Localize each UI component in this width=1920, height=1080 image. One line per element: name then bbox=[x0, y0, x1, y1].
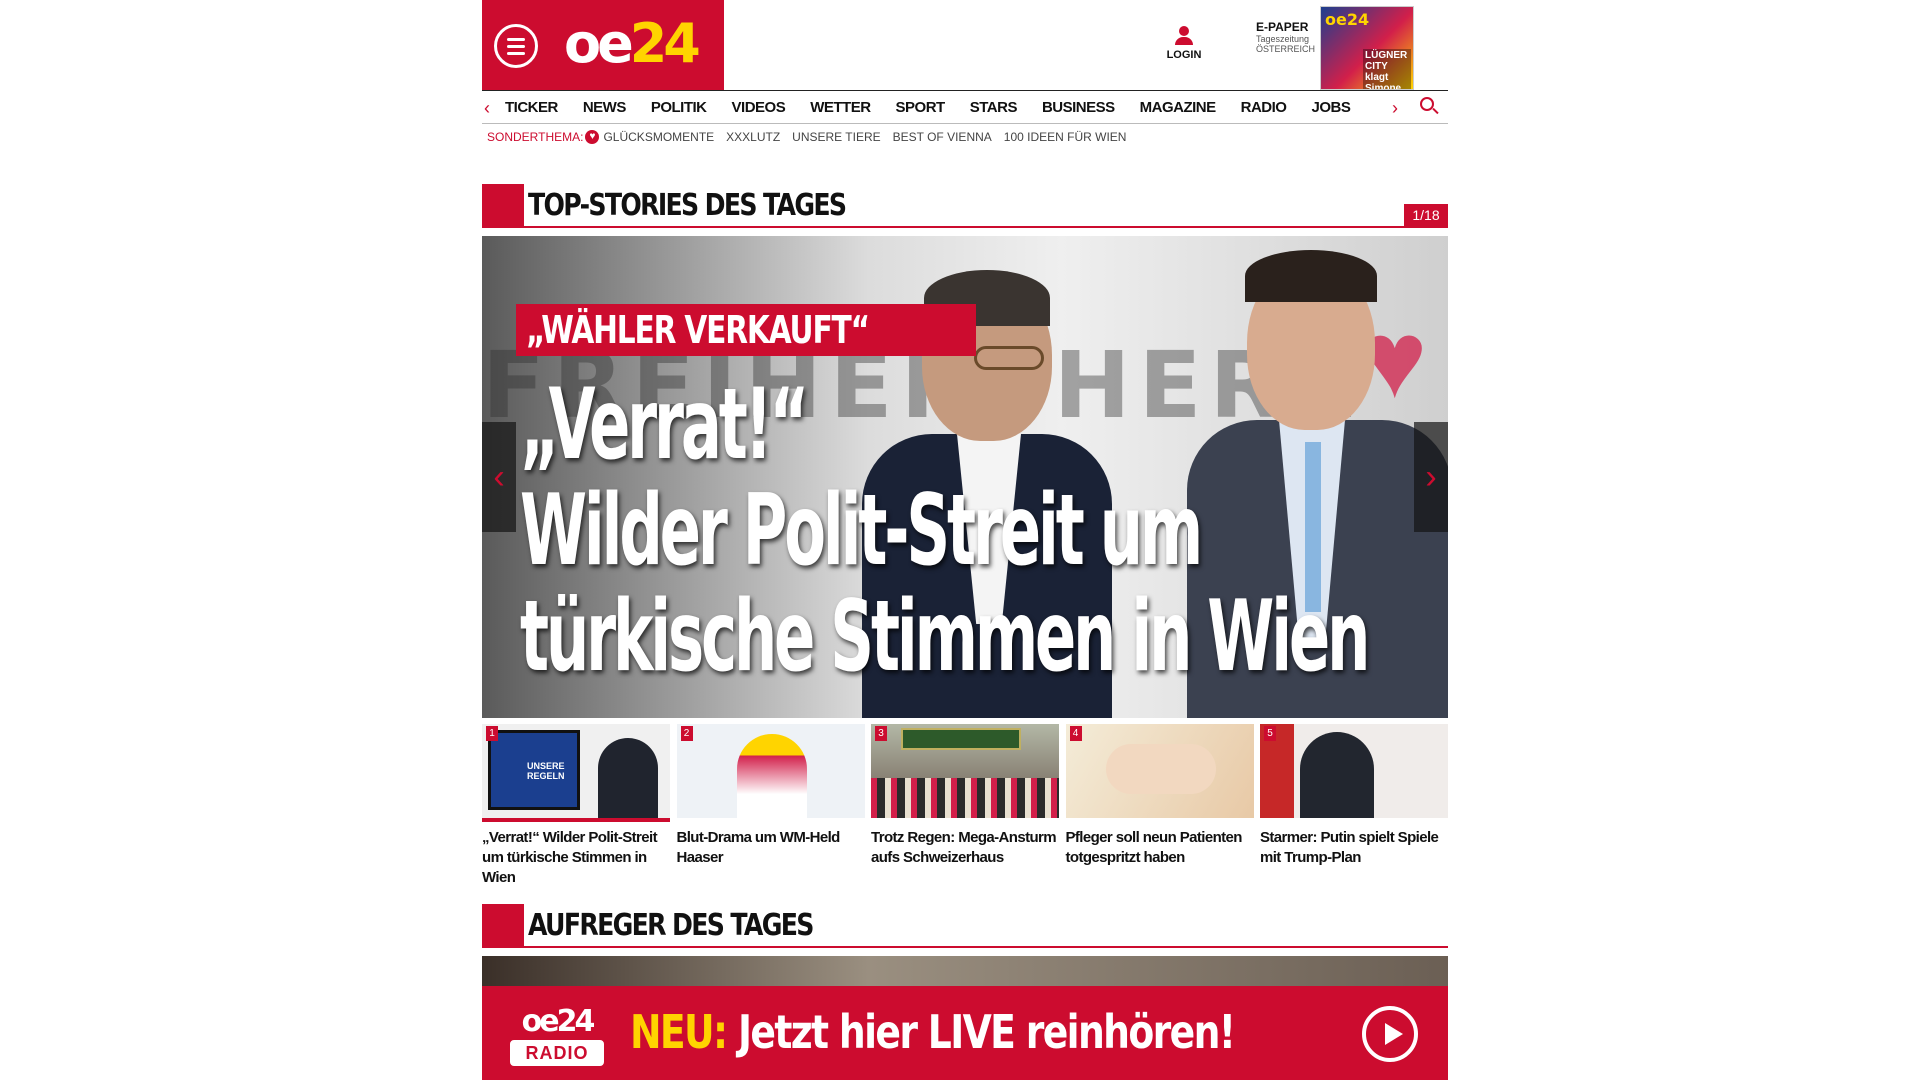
brand-block: oe24 bbox=[482, 0, 724, 90]
nav-item-radio[interactable]: RADIO bbox=[1241, 99, 1287, 116]
search-icon[interactable] bbox=[1420, 97, 1440, 117]
radio-logo: oe24 RADIO bbox=[510, 1006, 604, 1066]
thumbnail-image: UNSERE REGELN 1 bbox=[482, 724, 670, 818]
radio-cta: Jetzt hier LIVE reinhören! bbox=[737, 1005, 1236, 1059]
section-rule bbox=[524, 226, 1448, 228]
active-indicator bbox=[482, 818, 670, 822]
cover-logo: oe24 bbox=[1325, 10, 1370, 29]
thumbnail-number: 4 bbox=[1069, 726, 1082, 741]
nav-prev-arrow[interactable]: ‹ bbox=[484, 98, 490, 119]
heart-icon: ♥ bbox=[585, 130, 600, 144]
thumbnail-number: 5 bbox=[1264, 726, 1276, 741]
login-button[interactable]: LOGIN bbox=[1164, 26, 1204, 61]
thumbnail-caption[interactable]: Trotz Regen: Mega-Ansturm aufs Schweizer… bbox=[871, 828, 1059, 868]
subnav-link-gluecksmomente[interactable]: GLÜCKSMOMENTE bbox=[603, 130, 714, 144]
radio-banner-text: NEU: Jetzt hier LIVE reinhören! bbox=[630, 1002, 1236, 1062]
section-title: AUFREGER DES TAGES bbox=[528, 908, 814, 943]
subnav-link-100-ideen[interactable]: 100 IDEEN FÜR WIEN bbox=[1004, 130, 1127, 144]
nav-item-wetter[interactable]: WETTER bbox=[810, 99, 871, 116]
thumbnail-item[interactable]: 4 Pfleger soll neun Patienten totgesprit… bbox=[1065, 724, 1254, 888]
thumbnail-number: 1 bbox=[486, 726, 498, 741]
thumbnail-caption[interactable]: Starmer: Putin spielt Spiele mit Trump-P… bbox=[1260, 828, 1448, 868]
thumbnail-image: 2 bbox=[676, 724, 865, 818]
radio-banner[interactable]: oe24 RADIO NEU: Jetzt hier LIVE reinhöre… bbox=[482, 986, 1448, 1080]
play-icon[interactable] bbox=[1362, 1006, 1418, 1062]
nav-item-politik[interactable]: POLITIK bbox=[651, 99, 707, 116]
hero-slide[interactable]: FREIHEIT HERZ ♥ „WÄHLER VERKAUFT“ „Verra… bbox=[482, 236, 1448, 718]
thumbnail-item[interactable]: UNSERE REGELN 1 „Verrat!“ Wilder Polit-S… bbox=[482, 724, 670, 888]
top-stories-header: TOP-STORIES DES TAGES bbox=[482, 184, 1448, 228]
menu-icon[interactable] bbox=[494, 24, 538, 68]
nav-item-videos[interactable]: VIDEOS bbox=[732, 99, 786, 116]
thumbnail-caption[interactable]: Pfleger soll neun Patienten totgespritzt… bbox=[1066, 828, 1254, 868]
nav-item-ticker[interactable]: TICKER bbox=[505, 99, 558, 116]
aufreger-header: AUFREGER DES TAGES bbox=[482, 904, 1448, 948]
thumbnail-image: 3 bbox=[871, 724, 1059, 818]
section-marker bbox=[482, 184, 524, 228]
radio-neu-label: NEU: bbox=[630, 1005, 728, 1059]
page: oe24 LOGIN E-PAPER Tageszeitung ÖSTERREI… bbox=[0, 0, 1920, 1080]
main-nav: ‹ TICKER NEWS POLITIK VIDEOS WETTER SPOR… bbox=[482, 90, 1448, 124]
nav-list: TICKER NEWS POLITIK VIDEOS WETTER SPORT … bbox=[505, 99, 1375, 116]
subnav-link-xxxlutz[interactable]: XXXLUTZ bbox=[726, 130, 780, 144]
user-icon bbox=[1179, 26, 1189, 36]
epaper-publication: ÖSTERREICH bbox=[1256, 44, 1316, 54]
nav-item-magazine[interactable]: MAGAZINE bbox=[1140, 99, 1217, 116]
thumbnail-number: 2 bbox=[680, 726, 693, 741]
subnav: SONDERTHEMA: ♥ GLÜCKSMOMENTE XXXLUTZ UNS… bbox=[487, 130, 1138, 144]
nav-item-business[interactable]: BUSINESS bbox=[1042, 99, 1115, 116]
hero-kicker: „WÄHLER VERKAUFT“ bbox=[516, 304, 976, 356]
site-logo[interactable]: oe24 bbox=[564, 12, 701, 76]
thumbnail-number: 3 bbox=[875, 726, 887, 741]
thumbnail-item[interactable]: 2 Blut-Drama um WM-Held Haaser bbox=[676, 724, 865, 888]
section-title: TOP-STORIES DES TAGES bbox=[528, 188, 847, 223]
epaper-subtitle: Tageszeitung bbox=[1256, 34, 1310, 44]
content-column: oe24 LOGIN E-PAPER Tageszeitung ÖSTERREI… bbox=[482, 0, 1448, 1080]
thumbnail-item[interactable]: 5 Starmer: Putin spielt Spiele mit Trump… bbox=[1260, 724, 1448, 888]
thumbnail-caption[interactable]: Blut-Drama um WM-Held Haaser bbox=[677, 828, 865, 868]
hero-headline[interactable]: „Verrat!“ Wilder Polit-Streit um türkisc… bbox=[520, 372, 1388, 690]
nav-item-sport[interactable]: SPORT bbox=[896, 99, 946, 116]
login-label: LOGIN bbox=[1166, 49, 1202, 61]
thumbnail-item[interactable]: 3 Trotz Regen: Mega-Ansturm aufs Schweiz… bbox=[871, 724, 1059, 888]
subnav-link-best-of-vienna[interactable]: BEST OF VIENNA bbox=[893, 130, 992, 144]
radio-logo-text: oe24 bbox=[521, 1004, 596, 1039]
section-marker bbox=[482, 904, 524, 948]
subnav-label: SONDERTHEMA: bbox=[487, 130, 584, 144]
nav-item-stars[interactable]: STARS bbox=[970, 99, 1018, 116]
cover-headline: LÜGNER CITY klagt Simone bbox=[1363, 49, 1411, 89]
epaper-link[interactable]: E-PAPER Tageszeitung ÖSTERREICH bbox=[1256, 20, 1315, 54]
epaper-cover[interactable]: oe24 LÜGNER CITY klagt Simone bbox=[1320, 6, 1414, 90]
story-thumbnails: UNSERE REGELN 1 „Verrat!“ Wilder Polit-S… bbox=[482, 724, 1448, 888]
radio-label: RADIO bbox=[510, 1040, 604, 1066]
aufreger-image[interactable] bbox=[482, 956, 1448, 986]
slide-counter: 1/18 bbox=[1404, 204, 1448, 226]
thumbnail-image: 5 bbox=[1260, 724, 1448, 818]
nav-item-news[interactable]: NEWS bbox=[583, 99, 627, 116]
nav-item-jobs[interactable]: JOBS bbox=[1311, 99, 1350, 116]
thumbnail-caption[interactable]: „Verrat!“ Wilder Polit-Streit um türkisc… bbox=[482, 828, 670, 888]
nav-next-arrow[interactable]: › bbox=[1392, 98, 1398, 119]
subnav-link-unsere-tiere[interactable]: UNSERE TIERE bbox=[792, 130, 880, 144]
thumbnail-image: 4 bbox=[1065, 724, 1254, 818]
epaper-title: E-PAPER bbox=[1256, 20, 1309, 34]
slider-next-arrow[interactable]: › bbox=[1414, 422, 1448, 532]
section-rule bbox=[524, 946, 1448, 948]
slider-prev-arrow[interactable]: ‹ bbox=[482, 422, 516, 532]
